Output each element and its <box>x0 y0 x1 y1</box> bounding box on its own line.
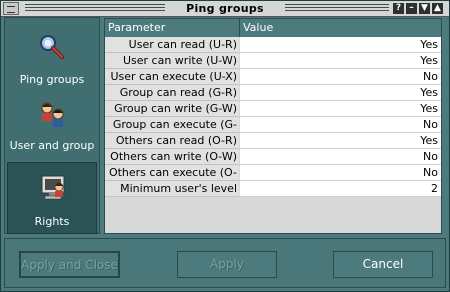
parameters-table: Parameter Value User can read (U-R) Yes … <box>104 18 442 234</box>
sidebar-item-label: User and group <box>9 139 95 152</box>
table-row[interactable]: User can read (U-R) Yes <box>105 37 441 53</box>
table-row[interactable]: User can execute (U-X) No <box>105 69 441 85</box>
table-row[interactable]: Group can read (G-R) Yes <box>105 85 441 101</box>
column-divider[interactable] <box>239 19 240 37</box>
title-bar-grip-right <box>285 4 389 13</box>
param-cell: User can execute (U-X) <box>105 69 239 85</box>
value-cell[interactable]: No <box>240 117 441 133</box>
param-cell: Others can execute (O-X) <box>105 165 239 194</box>
param-cell: Group can read (G-R) <box>105 85 239 101</box>
window-title: Ping groups <box>186 2 264 15</box>
sidebar-item-user-and-group[interactable]: User and group <box>7 94 97 166</box>
value-cell[interactable]: No <box>240 165 441 181</box>
window-menu-icon[interactable] <box>3 2 19 15</box>
table-header: Parameter Value <box>105 19 441 37</box>
value-cell[interactable]: Yes <box>240 85 441 101</box>
table-row[interactable]: Group can execute (G-X) No <box>105 117 441 146</box>
title-bar-grip-left <box>25 4 165 13</box>
user-and-group-icon <box>41 102 64 127</box>
table-row[interactable]: Group can write (G-W) Yes <box>105 101 441 117</box>
param-cell: Group can write (G-W) <box>105 101 239 117</box>
column-header-value[interactable]: Value <box>243 21 273 34</box>
value-cell[interactable]: Yes <box>240 53 441 69</box>
category-sidebar: Ping groups User and group Rights <box>4 17 100 234</box>
button-bar: Apply and Close Apply Cancel <box>4 238 446 288</box>
sidebar-item-rights[interactable]: Rights <box>7 162 97 234</box>
table-row[interactable]: Others can write (O-W) No <box>105 149 441 165</box>
param-cell: Minimum user's level <box>105 181 239 197</box>
column-header-parameter[interactable]: Parameter <box>108 21 165 34</box>
param-cell: User can write (U-W) <box>105 53 239 69</box>
help-icon[interactable]: ? <box>393 3 404 14</box>
apply-and-close-button[interactable]: Apply and Close <box>19 251 120 278</box>
value-cell[interactable]: 2 <box>240 181 441 197</box>
value-cell[interactable]: No <box>240 149 441 165</box>
value-cell[interactable]: No <box>240 69 441 85</box>
value-cell[interactable]: Yes <box>240 37 441 53</box>
ping-groups-window: Ping groups ? – ▼ ▲ Ping groups User and… <box>0 0 450 292</box>
shade-up-icon[interactable]: ▲ <box>432 3 443 14</box>
ping-groups-icon <box>40 35 64 59</box>
param-cell: User can read (U-R) <box>105 37 239 53</box>
table-row[interactable]: Others can read (O-R) Yes <box>105 133 441 149</box>
apply-button[interactable]: Apply <box>177 251 277 278</box>
param-cell: Others can write (O-W) <box>105 149 239 165</box>
sidebar-item-label: Ping groups <box>19 73 85 86</box>
rights-icon <box>41 175 65 200</box>
sidebar-item-ping-groups[interactable]: Ping groups <box>7 22 97 94</box>
table-row[interactable]: Minimum user's level 2 <box>105 181 441 197</box>
cancel-button[interactable]: Cancel <box>333 251 433 278</box>
table-row[interactable]: User can write (U-W) Yes <box>105 53 441 69</box>
value-cell[interactable]: Yes <box>240 101 441 117</box>
value-cell[interactable]: Yes <box>240 133 441 149</box>
param-cell: Others can read (O-R) <box>105 133 239 149</box>
minimize-icon[interactable]: – <box>406 3 417 14</box>
table-row[interactable]: Others can execute (O-X) No <box>105 165 441 194</box>
param-cell: Group can execute (G-X) <box>105 117 239 146</box>
shade-down-icon[interactable]: ▼ <box>419 3 430 14</box>
title-bar[interactable]: Ping groups ? – ▼ ▲ <box>1 1 449 17</box>
sidebar-item-label: Rights <box>34 215 70 228</box>
